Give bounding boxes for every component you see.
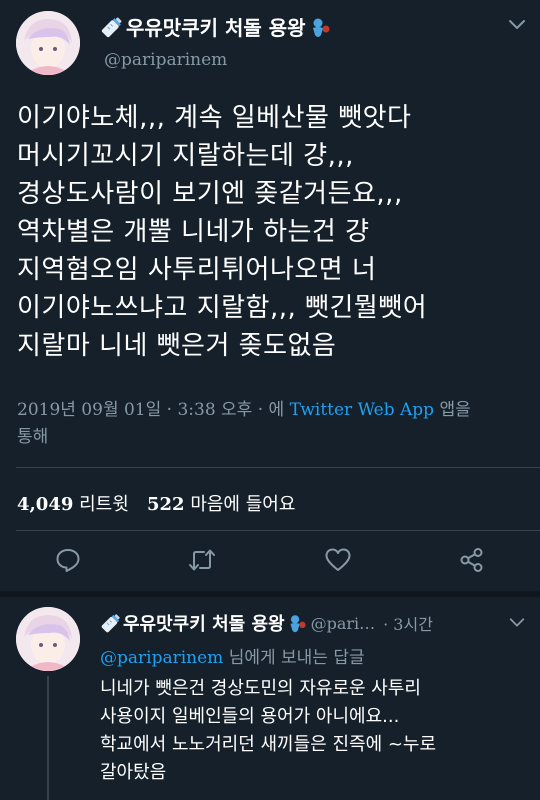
tweet-text-line: 지랄마 니네 뺏은거 좆도없음 [17,331,337,361]
reply-chevron-down-icon[interactable] [508,613,526,631]
divider [0,591,540,597]
reply-text: 니네가 뺏은건 경상도민의 자유로운 사투리 사용이지 일베인들의 용어가 아니… [100,675,436,787]
tweet-text-line: 머시기꼬시기 지랄하는데 걍,,, [17,141,354,171]
tweet-source-suffix-2: 통해 [17,427,49,447]
avatar-image [16,11,80,75]
reply-to-line: @pariparinem 님에게 보내는 답글 [100,643,365,668]
share-icon[interactable] [459,547,485,573]
heart-icon[interactable] [325,548,351,572]
tweet-text-line: 지역혐오임 사투리튀어나오면 너 [17,255,377,285]
tweet-text-line: 경상도사람이 보기엔 좆같거든요,,, [17,179,403,209]
author-name: 우유맛쿠키 처돌 용왕 [126,16,306,40]
genie-icon [285,612,307,634]
reply-author-handle[interactable]: @pari… [311,614,376,633]
reply-author-name: 우유맛쿠키 처돌 용왕 [123,614,285,635]
tweet-source-link[interactable]: Twitter Web App [290,400,434,420]
reply-icon[interactable] [55,547,81,573]
reply-avatar-image [16,607,80,671]
reply-avatar[interactable] [16,607,80,671]
reply-author-row[interactable]: 우유맛쿠키 처돌 용왕 @pari… · 3시간 [100,610,433,636]
like-label: 마음에 들어요 [190,494,296,515]
reply-text-line: 학교에서 노노거리던 새끼들은 진즉에 ~누로 [100,734,437,755]
tweet-timestamp[interactable]: 2019년 09월 01일 · 3:38 오후 · 에 [17,400,284,420]
tweet-text-line: 이기야노체,,, 계속 일베산물 뺏앗다 [17,103,412,133]
author-name-row[interactable]: 우유맛쿠키 처돌 용왕 [100,12,331,41]
baby-bottle-icon [100,612,122,634]
reply-time[interactable]: · 3시간 [383,611,433,635]
reply-to-handle[interactable]: @pariparinem [100,648,223,668]
tweet-text: 이기야노체,,, 계속 일베산물 뺏앗다 머시기꼬시기 지랄하는데 걍,,, 경… [17,99,427,365]
reply-text-line: 갈아탔음 [100,762,167,783]
thread-line [47,676,49,800]
genie-icon [307,15,331,39]
retweet-stat[interactable]: 4,049 리트윗 [17,490,129,516]
reply-to-suffix: 님에게 보내는 답글 [228,648,365,668]
divider [16,530,540,531]
tweet-text-line: 역차별은 개뿔 니네가 하는건 걍 [17,217,370,247]
divider [16,467,540,468]
author-handle[interactable]: @pariparinem [104,50,227,70]
retweet-icon[interactable] [188,547,216,573]
baby-bottle-icon [100,15,124,39]
reply-text-line: 사용이지 일베인들의 용어가 아니에요... [100,706,400,727]
chevron-down-icon[interactable] [507,14,527,34]
retweet-count: 4,049 [17,494,74,515]
like-stat[interactable]: 522 마음에 들어요 [147,490,295,516]
tweet-meta: 2019년 09월 01일 · 3:38 오후 · 에 Twitter Web … [17,397,527,451]
reply-text-line: 니네가 뺏은건 경상도민의 자유로운 사투리 [100,678,421,699]
avatar[interactable] [16,11,80,75]
tweet-text-line: 이기야노쓰냐고 지랄함,,, 뺏긴뭘뺏어 [17,293,428,323]
retweet-label: 리트윗 [79,494,129,515]
like-count: 522 [147,494,185,515]
tweet-source-suffix: 앱을 [439,400,471,420]
